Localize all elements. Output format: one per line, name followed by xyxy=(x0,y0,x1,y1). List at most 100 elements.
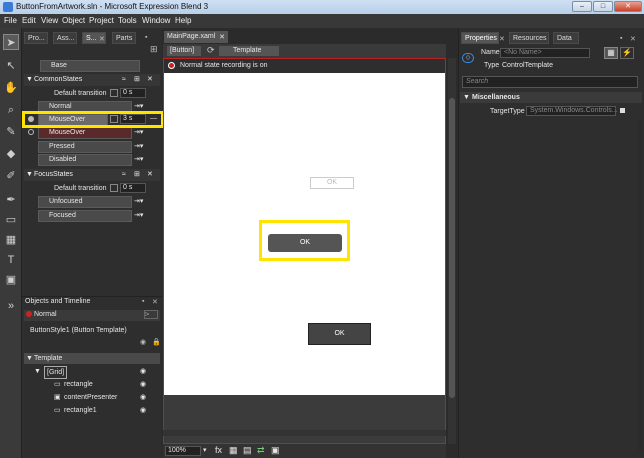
tree-row-rectangle1[interactable]: ▭ rectangle1 ◉ xyxy=(24,405,160,416)
state-unfocused[interactable]: Unfocused xyxy=(38,196,132,208)
state-base[interactable]: Base xyxy=(40,60,140,72)
state-pressed[interactable]: Pressed xyxy=(38,141,132,153)
easing-icon[interactable] xyxy=(110,89,118,97)
tab-mainpage[interactable]: MainPage.xaml ✕ xyxy=(164,31,228,43)
rectangle-tool-icon[interactable]: ▭ xyxy=(3,212,19,228)
eye-icon[interactable]: ◉ xyxy=(140,392,146,403)
zoom-tool-icon[interactable]: ⌕ xyxy=(3,102,19,118)
close-icon[interactable]: ✕ xyxy=(630,35,636,43)
tab-data[interactable]: Data xyxy=(553,32,579,44)
grid-icon[interactable]: ▦ xyxy=(229,445,238,456)
name-field[interactable]: <No Name> xyxy=(500,48,590,58)
advanced-options-icon[interactable] xyxy=(620,108,625,113)
tab-projects[interactable]: Pro... xyxy=(24,32,48,44)
menu-file[interactable]: File xyxy=(4,16,17,25)
maximize-button[interactable]: □ xyxy=(593,1,613,12)
snap-icon[interactable]: ⇄ xyxy=(257,445,265,456)
ok-button-normal[interactable]: OK xyxy=(308,323,371,345)
horizontal-scrollbar[interactable] xyxy=(163,430,446,436)
tree-row-contentpresenter[interactable]: ▣ contentPresenter ◉ xyxy=(24,392,160,403)
tree-row-grid[interactable]: ▼ [Grid] ◉ xyxy=(24,366,160,379)
add-transition-icon[interactable]: ⇥▾ xyxy=(134,128,143,136)
eye-icon[interactable]: ◉ xyxy=(140,379,146,390)
expand-icon[interactable]: ▼ xyxy=(26,74,33,86)
breadcrumb-history-icon[interactable]: ⟳ xyxy=(207,45,215,56)
timeline-toggle-icon[interactable]: ⁝▫ xyxy=(144,310,158,319)
minimize-button[interactable]: – xyxy=(572,1,592,12)
grid-tool-icon[interactable]: ▦ xyxy=(3,232,19,248)
close-button[interactable]: ✕ xyxy=(614,1,642,12)
properties-scrollbar[interactable] xyxy=(638,120,643,450)
add-transition-icon[interactable]: ⇥▾ xyxy=(134,155,143,163)
events-icon[interactable]: ⚡ xyxy=(620,47,634,59)
text-tool-icon[interactable]: T xyxy=(3,252,19,268)
brush-transform-tool-icon[interactable]: ✐ xyxy=(3,168,19,184)
pen-tool-icon[interactable]: ✒ xyxy=(3,192,19,208)
add-state-group-icon[interactable]: ⊞ xyxy=(150,44,158,55)
chevron-down-icon[interactable]: ▾ xyxy=(203,446,207,454)
tree-row-template[interactable]: ▼ Template xyxy=(24,353,160,364)
properties-view-icon[interactable]: ▦ xyxy=(604,47,618,59)
expand-icon[interactable]: ▼ xyxy=(26,353,33,364)
ok-button-disabled[interactable]: OK xyxy=(310,177,354,189)
transition-icon[interactable]: ≈ xyxy=(122,74,126,86)
add-state-icon[interactable]: ⊞ xyxy=(134,74,140,86)
tab-properties[interactable]: Properties xyxy=(461,32,499,44)
tree-row-rectangle[interactable]: ▭ rectangle ◉ xyxy=(24,379,160,390)
search-input[interactable]: Search xyxy=(462,76,638,88)
controls-tool-icon[interactable]: ▣ xyxy=(3,272,19,288)
section-miscellaneous[interactable]: ▼ Miscellaneous xyxy=(460,92,642,103)
add-transition-icon[interactable]: ⇥▾ xyxy=(134,142,143,150)
state-focused[interactable]: Focused xyxy=(38,210,132,222)
transition-icon[interactable]: ≈ xyxy=(122,169,126,181)
eye-icon[interactable]: ◉ xyxy=(140,366,146,377)
default-transition-field-2[interactable]: 0 s xyxy=(120,183,146,193)
default-transition-field[interactable]: 0 s xyxy=(120,88,146,98)
close-icon[interactable]: ✕ xyxy=(99,35,105,43)
add-transition-icon[interactable]: ⇥▾ xyxy=(134,102,143,110)
vertical-scrollbar[interactable] xyxy=(448,58,456,444)
breadcrumb-button[interactable]: [Button] xyxy=(167,46,201,56)
zoom-field[interactable]: 100% xyxy=(165,446,201,456)
selection-tool-icon[interactable]: ➤ xyxy=(3,34,19,50)
pan-tool-icon[interactable]: ✋ xyxy=(3,80,19,96)
expand-icon[interactable]: ▼ xyxy=(463,92,470,103)
state-disabled[interactable]: Disabled xyxy=(38,154,132,166)
add-transition-icon[interactable]: ⇥▾ xyxy=(134,211,143,219)
menu-tools[interactable]: Tools xyxy=(118,16,137,25)
annotations-icon[interactable]: ▣ xyxy=(271,445,280,456)
eyedropper-tool-icon[interactable]: ✎ xyxy=(3,124,19,140)
close-icon[interactable]: ✕ xyxy=(499,35,505,43)
eye-icon[interactable]: ◉ xyxy=(140,338,146,346)
pin-icon[interactable]: ▪ xyxy=(620,35,622,42)
close-icon[interactable]: ✕ xyxy=(219,33,225,41)
pin-icon[interactable]: ▪ xyxy=(142,298,144,305)
add-state-icon[interactable]: ⊞ xyxy=(134,169,140,181)
easing-icon[interactable] xyxy=(110,184,118,192)
targettype-field[interactable]: System.Windows.Controls... xyxy=(526,106,618,116)
menu-object[interactable]: Object xyxy=(62,16,85,25)
eye-icon[interactable]: ◉ xyxy=(140,405,146,416)
menu-project[interactable]: Project xyxy=(89,16,114,25)
tab-parts[interactable]: Parts xyxy=(112,32,136,44)
expand-icon[interactable]: ▼ xyxy=(26,169,33,181)
menu-help[interactable]: Help xyxy=(175,16,191,25)
menu-view[interactable]: View xyxy=(41,16,58,25)
pin-icon[interactable]: ▪ xyxy=(145,34,147,41)
state-mouseover[interactable]: MouseOver xyxy=(38,127,132,139)
lock-icon[interactable]: 🔒 xyxy=(152,338,161,346)
expand-icon[interactable]: ▼ xyxy=(34,366,41,377)
snap-grid-icon[interactable]: ▤ xyxy=(243,445,252,456)
scroll-thumb[interactable] xyxy=(449,98,455,398)
close-icon[interactable]: ✕ xyxy=(152,298,158,306)
menu-window[interactable]: Window xyxy=(142,16,170,25)
remove-icon[interactable]: ✕ xyxy=(147,169,153,181)
direct-selection-tool-icon[interactable]: ↖ xyxy=(3,58,19,74)
breadcrumb-template[interactable]: Template xyxy=(219,46,279,56)
effects-icon[interactable]: fx xyxy=(215,445,222,455)
remove-icon[interactable]: ✕ xyxy=(147,74,153,86)
tab-assets[interactable]: Ass... xyxy=(53,32,77,44)
add-transition-icon[interactable]: ⇥▾ xyxy=(134,197,143,205)
asset-library-icon[interactable]: » xyxy=(3,298,19,314)
tab-resources[interactable]: Resources xyxy=(509,32,549,44)
